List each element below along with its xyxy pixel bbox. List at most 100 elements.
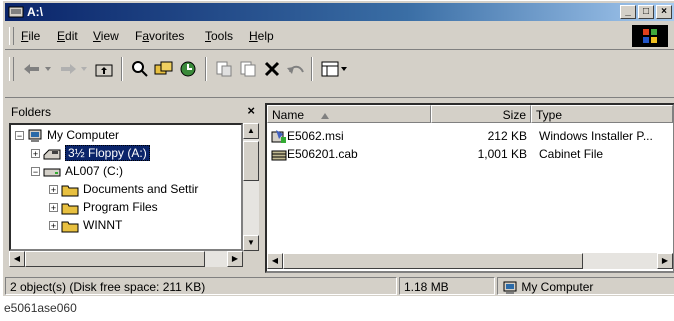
drive-icon [43,168,61,177]
up-folder-button[interactable] [93,58,115,80]
scroll-right-button[interactable]: ▶ [227,251,243,267]
tree-item-documents[interactable]: Documents and Settir [61,180,198,198]
scroll-left-button[interactable]: ◀ [267,253,283,269]
back-dropdown[interactable] [43,58,53,80]
column-header-size[interactable]: Size [431,105,531,123]
folder-tree[interactable]: − My Computer + 3½ Floppy (A:) − AL007 (… [9,123,243,251]
scroll-left-button[interactable]: ◀ [9,251,25,267]
figure-caption: e5061ase060 [4,301,77,315]
column-header-name[interactable]: Name [267,105,431,123]
tree-item-winnt[interactable]: WINNT [61,216,122,234]
copy-to-icon [240,61,256,77]
folders-vertical-scrollbar[interactable]: ▲ ▼ [243,123,259,251]
toolbar-separator [205,57,207,81]
search-icon [132,61,148,77]
history-button[interactable] [177,58,199,80]
file-row[interactable]: E5062.msi 212 KB Windows Installer P... [267,127,673,145]
chevron-down-icon [341,67,347,71]
forward-button[interactable] [57,58,79,80]
column-header-type[interactable]: Type [531,105,673,123]
windows-logo-icon [632,25,668,47]
window-title: A:\ [27,5,43,19]
close-button[interactable]: × [656,5,672,19]
floppy-icon [43,149,61,160]
list-horizontal-scrollbar[interactable]: ◀ ▶ [267,253,673,269]
file-type-cell: Windows Installer P... [539,129,653,143]
menu-bar: File Edit View Favorites Tools Help [5,23,674,50]
history-icon [180,61,196,77]
maximize-button[interactable]: □ [638,5,654,19]
minimize-button[interactable]: _ [620,5,636,19]
file-size-cell: 1,001 KB [477,147,527,161]
undo-icon [287,65,304,74]
scroll-thumb[interactable] [283,253,583,269]
toolbar-separator [121,57,123,81]
folders-header: Folders × [7,101,261,121]
window-icon [8,6,24,18]
file-row[interactable]: E506201.cab 1,001 KB Cabinet File [267,145,673,163]
folder-icon [61,203,79,215]
title-bar[interactable]: A:\ _ □ × [5,3,674,21]
status-bar: 2 object(s) (Disk free space: 211 KB) 1.… [5,277,674,295]
menu-help[interactable]: Help [249,29,274,43]
menu-favorites[interactable]: Favorites [135,29,184,43]
menu-edit[interactable]: Edit [57,29,78,43]
standard-toolbar [5,51,674,98]
up-folder-icon [95,64,113,77]
forward-arrow-icon [61,64,76,74]
scroll-thumb[interactable] [243,141,259,181]
file-list-pane[interactable]: Name Size Type E5062.msi 212 KB Windows … [265,103,674,273]
file-size-cell: 212 KB [487,129,527,143]
toolbar-grip[interactable] [9,57,14,81]
tree-item-floppy[interactable]: 3½ Floppy (A:) [43,144,150,162]
forward-dropdown[interactable] [79,58,89,80]
views-button[interactable] [319,58,341,80]
scroll-up-button[interactable]: ▲ [243,123,259,139]
cabinet-icon [271,150,287,161]
folders-icon [154,61,173,75]
folders-pane: Folders × − My Computer + 3½ Floppy (A:)… [7,101,261,271]
menu-file[interactable]: File [21,29,40,43]
scroll-right-button[interactable]: ▶ [657,253,673,269]
expand-toggle[interactable]: + [49,203,58,213]
close-folders-button[interactable]: × [247,103,255,118]
expand-toggle[interactable]: + [31,149,40,159]
expand-toggle[interactable]: + [49,185,58,195]
scroll-thumb[interactable] [25,251,205,267]
collapse-toggle[interactable]: − [15,131,24,141]
tree-item-drive-c[interactable]: AL007 (C:) [43,162,123,180]
folders-button[interactable] [153,58,175,80]
explorer-window: A:\ _ □ × File Edit View Favorites Tools… [2,0,674,296]
toolbar-separator [311,57,313,81]
folders-horizontal-scrollbar[interactable]: ◀ ▶ [9,251,243,267]
scroll-down-button[interactable]: ▼ [243,235,259,251]
file-type-cell: Cabinet File [539,147,604,161]
sort-arrow-icon [321,113,330,119]
undo-button[interactable] [285,58,307,80]
menu-view[interactable]: View [93,29,119,43]
back-button[interactable] [21,58,43,80]
expand-toggle[interactable]: + [49,221,58,231]
folders-title: Folders [11,105,52,119]
installer-icon [271,129,286,143]
computer-icon [503,281,517,294]
collapse-toggle[interactable]: − [31,167,40,177]
chevron-down-icon [45,67,51,71]
file-name-cell: E5062.msi [271,127,344,145]
folder-icon [61,221,79,233]
search-button[interactable] [129,58,151,80]
menu-tools[interactable]: Tools [205,29,233,43]
status-size: 1.18 MB [399,277,495,295]
move-to-button[interactable] [213,58,235,80]
tree-item-my-computer[interactable]: My Computer [27,126,119,144]
back-arrow-icon [24,64,39,74]
tree-item-program-files[interactable]: Program Files [61,198,158,216]
views-dropdown[interactable] [339,58,349,80]
copy-to-button[interactable] [237,58,259,80]
move-to-icon [216,61,232,77]
views-icon [321,61,339,77]
computer-icon [28,129,42,142]
menu-grip[interactable] [9,27,14,45]
file-name-cell: E506201.cab [271,145,358,163]
delete-button[interactable] [261,58,283,80]
